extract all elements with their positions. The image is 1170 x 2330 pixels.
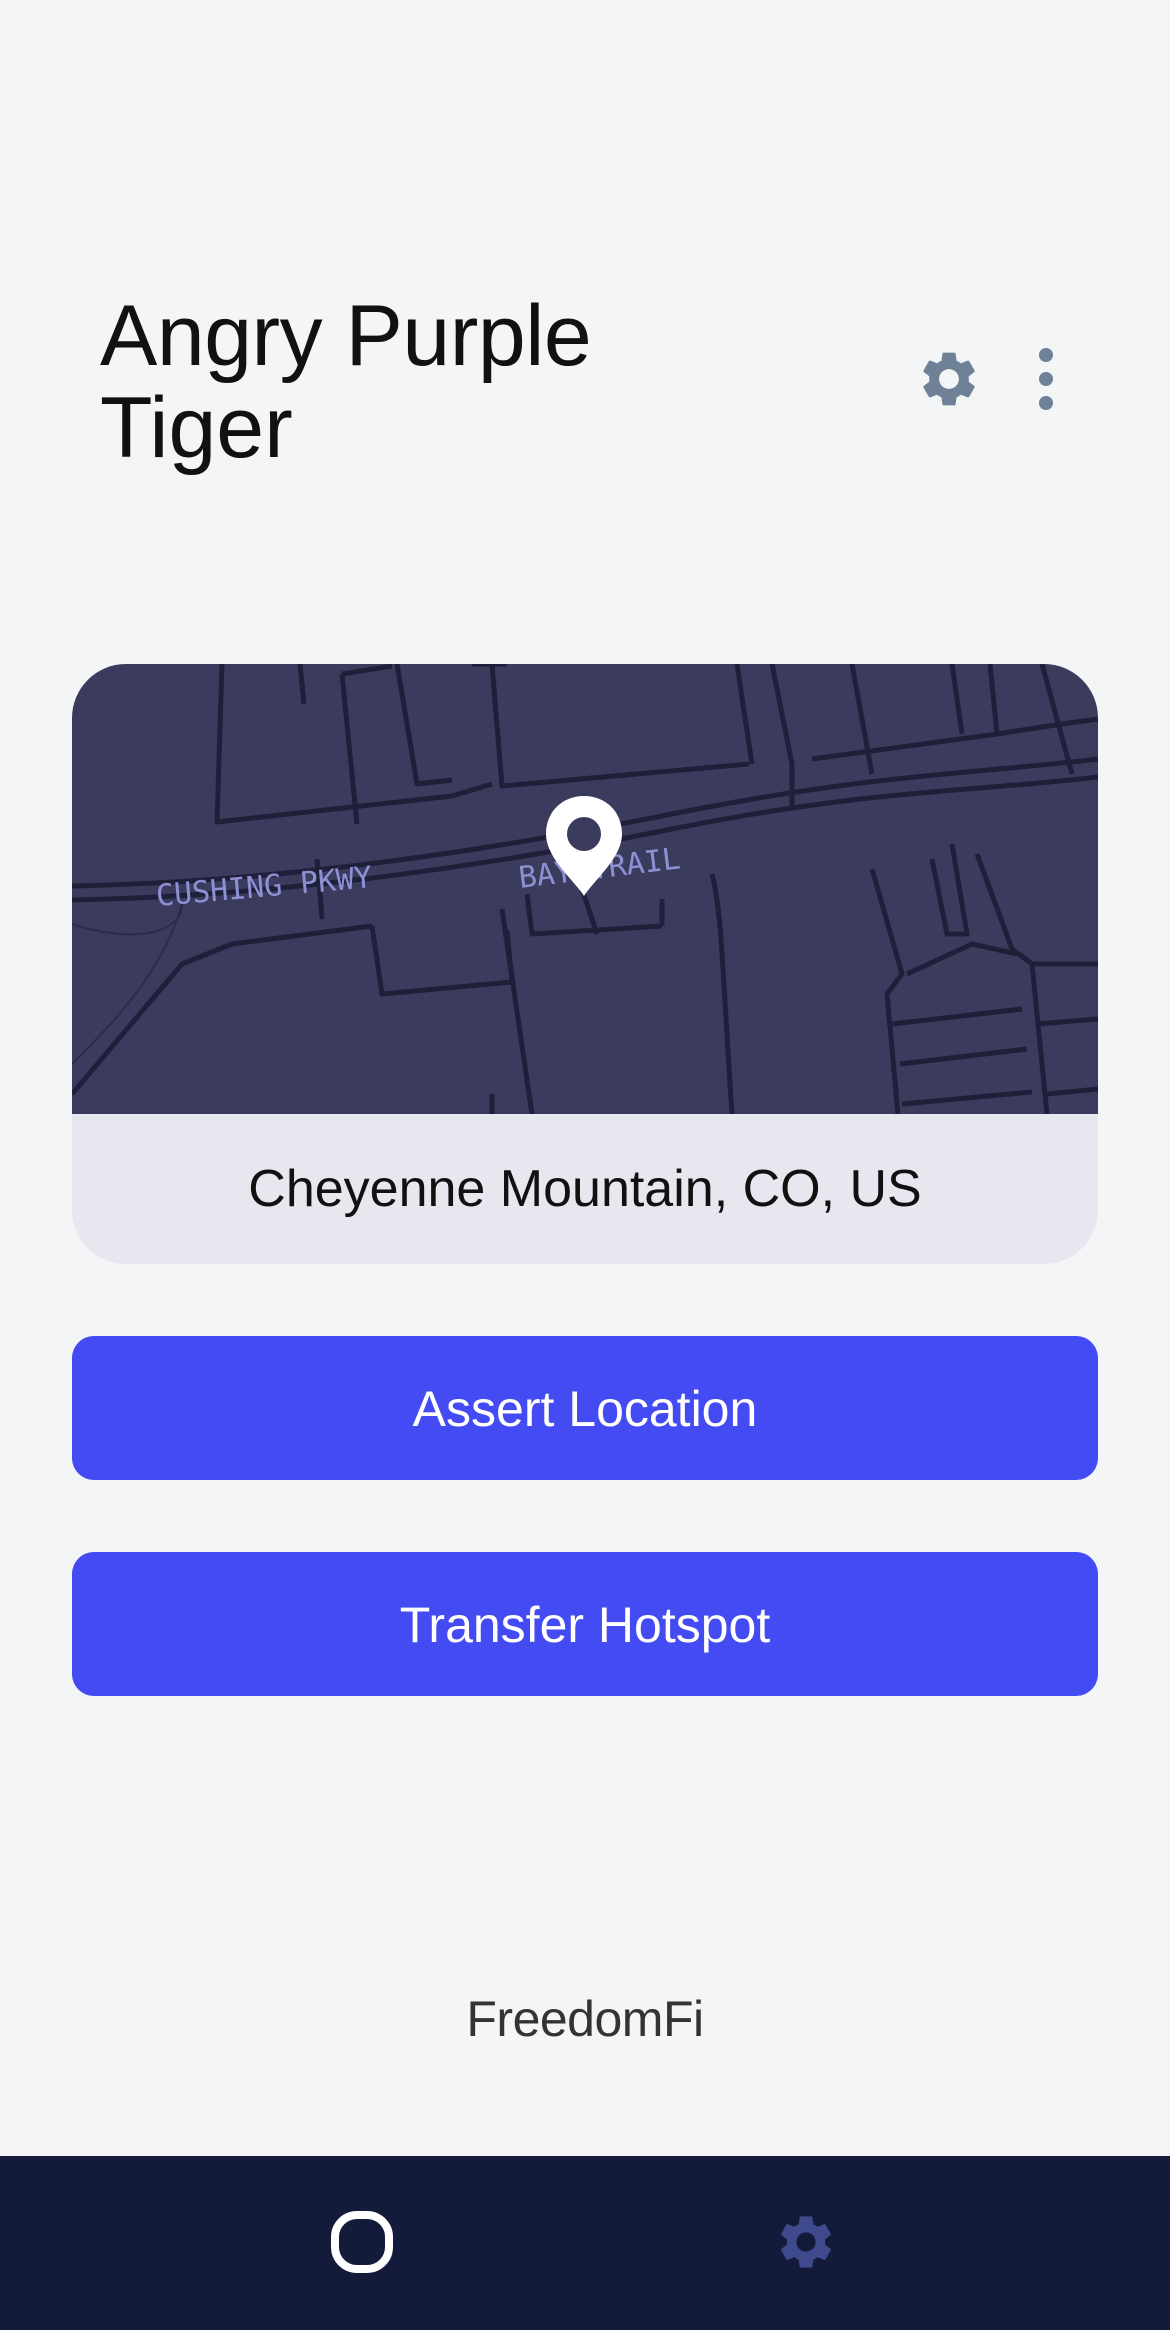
tab-settings[interactable] — [706, 2156, 906, 2330]
map-streets: CUSHING PKWY BAY TRAIL — [72, 664, 1098, 1114]
gear-icon — [781, 2216, 831, 2268]
home-square-icon — [331, 2211, 393, 2273]
location-map[interactable]: CUSHING PKWY BAY TRAIL — [72, 664, 1098, 1114]
location-card: CUSHING PKWY BAY TRAIL Cheyenne Mountain… — [72, 664, 1098, 1264]
transfer-hotspot-button[interactable]: Transfer Hotspot — [72, 1552, 1098, 1696]
street-label-cushing: CUSHING PKWY — [155, 860, 374, 914]
hotspot-name-line1: Angry Purple — [100, 288, 592, 384]
location-label: Cheyenne Mountain, CO, US — [248, 1160, 922, 1218]
bottom-tab-bar — [0, 2156, 1170, 2330]
tab-home[interactable] — [262, 2156, 462, 2330]
more-button[interactable] — [1026, 346, 1066, 412]
hotspot-name: Angry Purple Tiger — [100, 288, 592, 476]
hotspot-name-line2: Tiger — [100, 380, 293, 476]
more-vertical-icon — [1039, 348, 1053, 410]
assert-location-button[interactable]: Assert Location — [72, 1336, 1098, 1480]
brand-label: FreedomFi — [466, 1991, 704, 2047]
header-actions — [916, 346, 1076, 412]
gear-icon — [923, 352, 975, 406]
settings-button[interactable] — [916, 346, 982, 412]
